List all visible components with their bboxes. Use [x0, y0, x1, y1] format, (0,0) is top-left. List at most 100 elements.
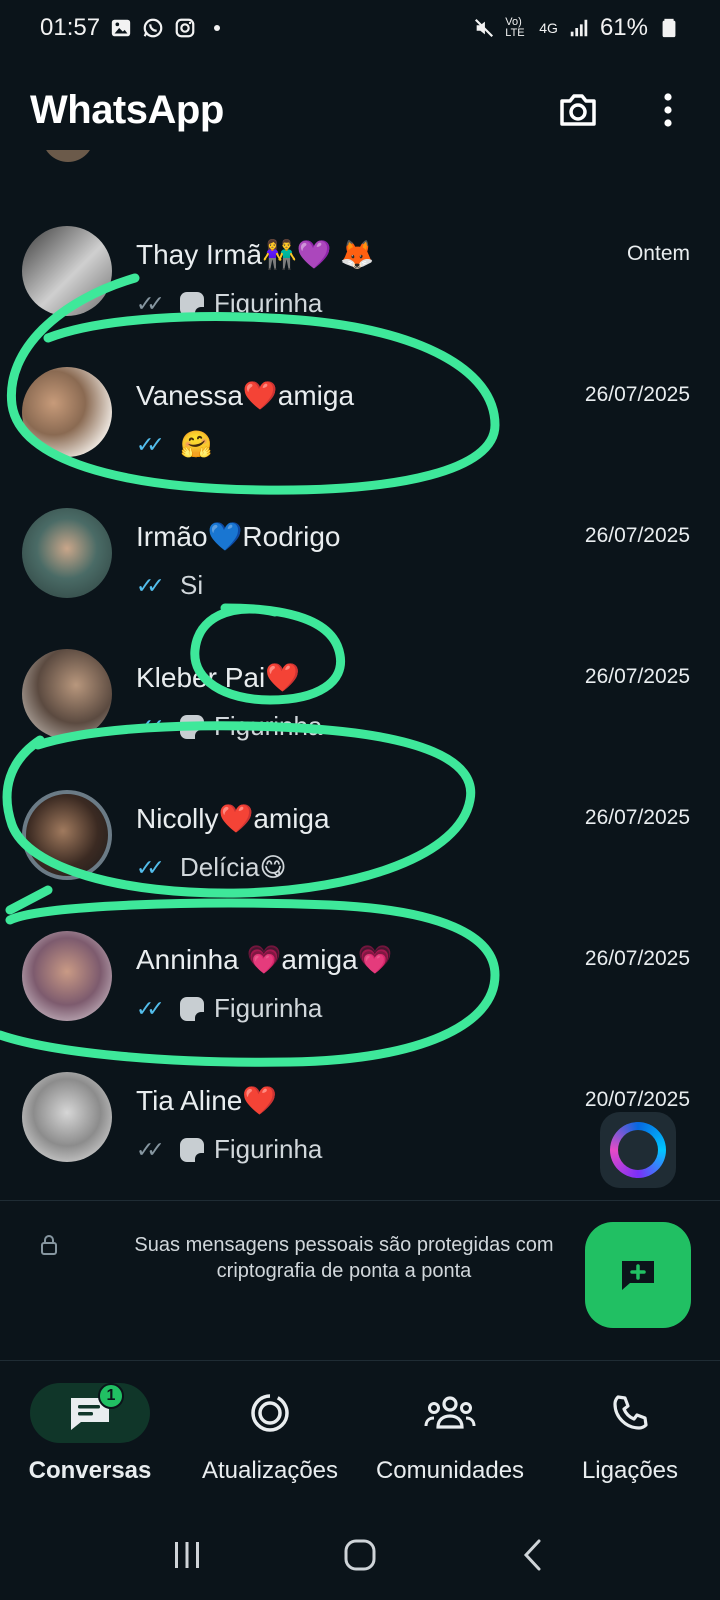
avatar[interactable] — [22, 1072, 112, 1162]
battery-percentage: 61% — [599, 14, 648, 41]
chat-row-anninha[interactable]: Anninha 💗amiga💗 26/07/2025 ✓✓ Figurinha — [0, 915, 720, 1055]
chat-name: Nicolly❤️amiga — [136, 803, 330, 834]
recent-apps-icon — [174, 1542, 199, 1568]
status-updates-icon — [251, 1394, 289, 1432]
tab-icon-container: 1 — [30, 1383, 150, 1443]
chat-time: 26/07/2025 — [584, 665, 690, 688]
chat-list[interactable]: Thay Irmã👫💜 🦊 Ontem ✓✓ Figurinha Vanessa… — [0, 150, 720, 1200]
more-notifications-dot — [214, 25, 221, 31]
tab-label: Atualizações — [201, 1457, 339, 1484]
preview-text: Figurinha — [214, 993, 323, 1023]
avatar[interactable] — [22, 649, 112, 739]
message-preview: ✓✓ Figurinha — [136, 993, 322, 1024]
gallery-icon — [111, 19, 131, 37]
tab-icon-container — [390, 1383, 510, 1443]
whatsapp-notification-icon — [143, 18, 163, 38]
preview-text: Si — [180, 570, 204, 600]
chat-row-rodrigo[interactable]: Irmão💙Rodrigo 26/07/2025 ✓✓ Si — [0, 492, 720, 632]
sticker-icon — [180, 291, 204, 316]
avatar[interactable] — [22, 790, 112, 880]
mute-icon — [475, 18, 494, 38]
new-chat-button[interactable] — [585, 1222, 691, 1328]
chat-row-vanessa[interactable]: Vanessa❤️amiga 26/07/2025 ✓✓ 🤗 — [0, 351, 720, 491]
message-preview: ✓✓ Si — [136, 570, 203, 601]
chat-row-nicolly[interactable]: Nicolly❤️amiga 26/07/2025 ✓✓ Delícia😋 — [0, 774, 720, 914]
avatar[interactable] — [22, 508, 112, 598]
lock-icon — [41, 1235, 57, 1255]
encryption-notice[interactable]: Suas mensagens pessoais são protegidas c… — [40, 1232, 600, 1284]
kebab-menu-icon — [664, 93, 672, 127]
avatar[interactable] — [22, 931, 112, 1021]
tab-icon-container — [570, 1383, 690, 1443]
app-title: WhatsApp — [30, 87, 224, 132]
instagram-icon — [175, 18, 195, 38]
chat-time: 26/07/2025 — [584, 806, 690, 829]
tab-label: Conversas — [28, 1457, 152, 1484]
tab-comunidades[interactable]: Comunidades — [360, 1361, 540, 1490]
tab-conversas[interactable]: 1 Conversas — [0, 1361, 180, 1490]
tab-ligacoes[interactable]: Ligações — [540, 1361, 720, 1490]
double-check-icon: ✓✓ — [136, 431, 165, 457]
tab-atualizacoes[interactable]: Atualizações — [180, 1361, 360, 1490]
preview-text: Delícia😋 — [180, 852, 287, 882]
network-indicator: 4G — [539, 20, 558, 36]
chat-time: 20/07/2025 — [584, 1088, 690, 1111]
unread-badge: 1 — [98, 1383, 124, 1409]
chat-time: 26/07/2025 — [584, 383, 690, 406]
recent-apps-button[interactable] — [157, 1525, 217, 1585]
chat-name: Irmão💙Rodrigo — [136, 521, 341, 552]
home-icon — [344, 1539, 376, 1571]
bottom-navigation: 1 Conversas Atualizações Comunidades Lig… — [0, 1360, 720, 1490]
meta-ai-icon — [610, 1122, 666, 1178]
avatar[interactable] — [22, 226, 112, 316]
chat-name: Anninha 💗amiga💗 — [136, 944, 393, 975]
preview-text: Figurinha — [214, 711, 323, 741]
camera-button[interactable] — [556, 88, 600, 132]
preview-text: 🤗 — [180, 429, 213, 459]
home-button[interactable] — [330, 1525, 390, 1585]
tab-label: Comunidades — [375, 1457, 525, 1484]
double-check-icon: ✓✓ — [136, 854, 165, 880]
tab-label: Ligações — [581, 1457, 679, 1484]
signal-icon — [570, 19, 588, 37]
double-check-icon: ✓✓ — [136, 1136, 165, 1162]
double-check-icon: ✓✓ — [136, 572, 165, 598]
sticker-icon — [180, 996, 204, 1021]
chat-name: Vanessa❤️amiga — [136, 380, 355, 411]
chat-name: Tia Aline❤️ — [136, 1085, 278, 1116]
double-check-icon: ✓✓ — [136, 290, 165, 316]
message-preview: ✓✓ 🤗 — [136, 429, 212, 460]
meta-ai-button[interactable] — [600, 1112, 676, 1188]
back-icon — [524, 1539, 541, 1571]
message-preview: ✓✓ Figurinha — [136, 711, 322, 742]
message-preview: ✓✓ Delícia😋 — [136, 852, 287, 883]
system-navigation-bar — [0, 1510, 720, 1600]
message-preview: ✓✓ Figurinha — [136, 288, 322, 319]
chat-row-kleber[interactable]: Kleber Pai❤️ 26/07/2025 ✓✓ Figurinha — [0, 633, 720, 773]
chat-time: 26/07/2025 — [584, 524, 690, 547]
chat-row-thay[interactable]: Thay Irmã👫💜 🦊 Ontem ✓✓ Figurinha — [0, 210, 720, 350]
partial-avatar — [42, 150, 94, 162]
chat-time: 26/07/2025 — [584, 947, 690, 970]
preview-text: Figurinha — [214, 288, 323, 318]
volte-indicator: Vo) LTE — [505, 16, 525, 39]
back-button[interactable] — [503, 1525, 563, 1585]
chat-name: Kleber Pai❤️ — [136, 662, 301, 693]
double-check-icon: ✓✓ — [136, 995, 165, 1021]
sticker-icon — [180, 714, 204, 739]
app-header: WhatsApp — [0, 70, 720, 150]
preview-text: Figurinha — [214, 1134, 323, 1164]
camera-icon — [560, 94, 596, 126]
status-bar: 01:57 Vo) LTE 4G 61% — [0, 0, 720, 56]
divider — [0, 1200, 720, 1201]
more-options-button[interactable] — [646, 88, 690, 132]
encryption-text: Suas mensagens pessoais são protegidas c… — [134, 1234, 554, 1282]
avatar[interactable] — [22, 367, 112, 457]
sticker-icon — [180, 1137, 204, 1162]
message-preview: ✓✓ Figurinha — [136, 1134, 322, 1165]
tab-icon-container — [210, 1383, 330, 1443]
double-check-icon: ✓✓ — [136, 713, 165, 739]
status-time: 01:57 — [40, 14, 101, 41]
new-chat-icon — [622, 1261, 654, 1290]
chat-name: Thay Irmã👫💜 🦊 — [136, 239, 375, 270]
